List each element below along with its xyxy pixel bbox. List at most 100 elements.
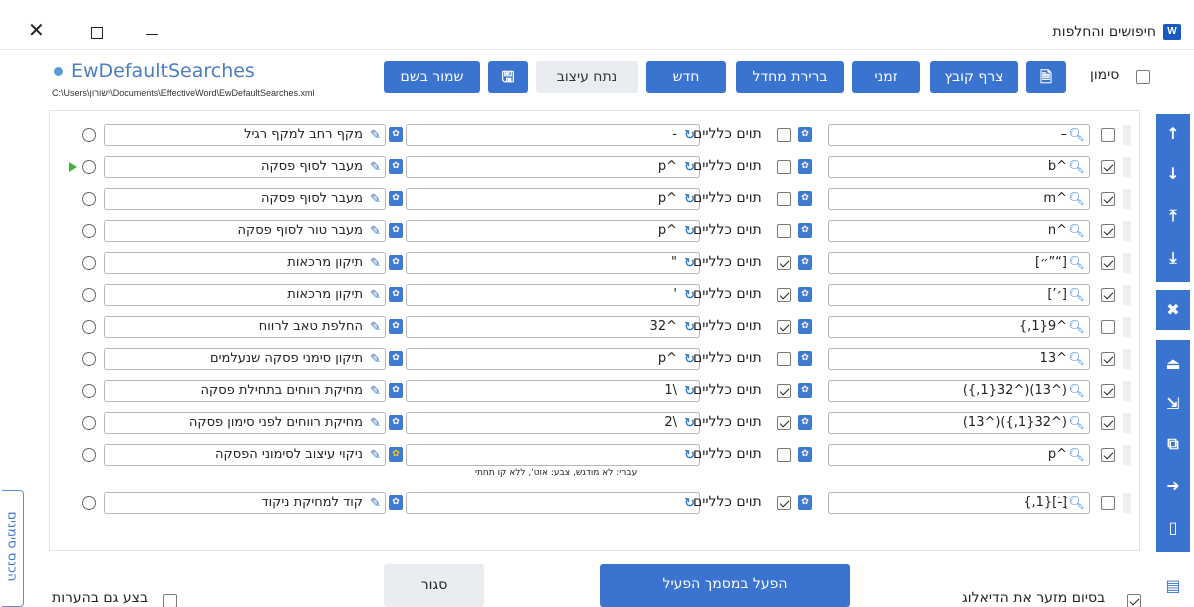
replace-input[interactable]: ↻ <box>406 492 700 514</box>
find-input[interactable]: 🔍︎ ^n <box>828 220 1090 242</box>
enable-checkbox[interactable] <box>1101 352 1115 366</box>
temporary-button[interactable]: זמני <box>852 61 920 93</box>
select-radio[interactable] <box>82 256 96 270</box>
description-input[interactable]: ✎ מחיקת רווחים לפני סימון פסקה <box>104 412 386 434</box>
drag-handle[interactable] <box>1123 157 1131 177</box>
find-options-icon[interactable]: ✿ <box>798 287 812 302</box>
enable-checkbox[interactable] <box>1101 288 1115 302</box>
enable-checkbox[interactable] <box>1101 496 1115 510</box>
replace-input[interactable]: ↻ \1 <box>406 380 700 402</box>
new-button[interactable]: חדש <box>646 61 726 93</box>
move-bottom-icon[interactable]: ⤓ <box>1156 240 1190 276</box>
wildcards-checkbox[interactable] <box>777 496 791 510</box>
run-in-active-document-button[interactable]: הפעל במסמך הפעיל <box>600 564 850 607</box>
enable-checkbox[interactable] <box>1101 224 1115 238</box>
wildcards-checkbox[interactable] <box>777 288 791 302</box>
select-radio[interactable] <box>82 352 96 366</box>
wildcards-checkbox[interactable] <box>777 192 791 206</box>
wildcards-checkbox[interactable] <box>777 256 791 270</box>
description-input[interactable]: ✎ קוד למחיקת ניקוד <box>104 492 386 514</box>
list-icon[interactable]: ▤ <box>1156 568 1190 604</box>
find-options-icon[interactable]: ✿ <box>798 351 812 366</box>
stamp-icon[interactable]: ⏏ <box>1156 346 1190 382</box>
find-input[interactable]: 🔍︎ ^13 <box>828 348 1090 370</box>
replace-input[interactable]: ↻ ^p <box>406 348 700 370</box>
description-input[interactable]: ✎ החלפת טאב לרווח <box>104 316 386 338</box>
move-top-icon[interactable]: ⤒ <box>1156 198 1190 234</box>
find-options-icon[interactable]: ✿ <box>798 319 812 334</box>
replace-input[interactable]: ↻ ^p <box>406 156 700 178</box>
drag-handle[interactable] <box>1123 445 1131 465</box>
format-options-icon[interactable]: ✿ <box>389 415 403 430</box>
enable-checkbox[interactable] <box>1101 416 1115 430</box>
description-input[interactable]: ✎ מעבר טור לסוף פסקה <box>104 220 386 242</box>
description-input[interactable]: ✎ תיקון מרכאות <box>104 252 386 274</box>
save-as-button[interactable]: שמור בשם <box>384 61 480 93</box>
wildcards-checkbox[interactable] <box>777 320 791 334</box>
wildcards-checkbox[interactable] <box>777 416 791 430</box>
select-radio[interactable] <box>82 496 96 510</box>
select-radio[interactable] <box>82 384 96 398</box>
description-input[interactable]: ✎ מעבר לסוף פסקה <box>104 156 386 178</box>
replace-input[interactable]: ↻ ' <box>406 284 700 306</box>
find-options-icon[interactable]: ✿ <box>798 159 812 174</box>
description-input[interactable]: ✎ תיקון מרכאות <box>104 284 386 306</box>
drag-handle[interactable] <box>1123 349 1131 369</box>
format-options-icon[interactable]: ✿ <box>389 287 403 302</box>
replace-input[interactable]: ↻ - <box>406 124 700 146</box>
maximize-window-icon[interactable] <box>91 27 103 39</box>
enable-checkbox[interactable] <box>1101 128 1115 142</box>
find-input[interactable]: 🔍︎ ^b <box>828 156 1090 178</box>
wildcards-checkbox[interactable] <box>777 448 791 462</box>
description-input[interactable]: ✎ מקף רחב למקף רגיל <box>104 124 386 146</box>
close-window-icon[interactable]: ✕ <box>28 20 45 40</box>
analyze-format-button[interactable]: נתח עיצוב <box>536 61 638 93</box>
select-radio[interactable] <box>82 320 96 334</box>
find-options-icon[interactable]: ✿ <box>798 127 812 142</box>
move-up-icon[interactable]: ↑ <box>1156 116 1190 152</box>
find-input[interactable]: 🔍︎ ^9{1,} <box>828 316 1090 338</box>
run-arrow-icon[interactable]: ➜ <box>1156 468 1190 504</box>
find-input[interactable]: 🔍︎ [ְ-ּׁׂ]{1,} <box>828 492 1090 514</box>
replace-input[interactable]: ↻ ^p <box>406 220 700 242</box>
move-down-icon[interactable]: ↓ <box>1156 156 1190 192</box>
wildcards-checkbox[interactable] <box>777 352 791 366</box>
drag-handle[interactable] <box>1123 189 1131 209</box>
wildcards-checkbox[interactable] <box>777 128 791 142</box>
format-options-icon[interactable]: ✿ <box>389 447 403 462</box>
open-file-button[interactable]: 🗎 <box>1026 61 1066 93</box>
drag-handle[interactable] <box>1123 493 1131 513</box>
attach-file-button[interactable]: צרף קובץ <box>930 61 1018 93</box>
enable-checkbox[interactable] <box>1101 320 1115 334</box>
save-button[interactable]: 🖫 <box>488 61 528 93</box>
description-input[interactable]: ✎ תיקון סימני פסקה שנעלמים <box>104 348 386 370</box>
format-options-icon[interactable]: ✿ <box>389 255 403 270</box>
drag-handle[interactable] <box>1123 381 1131 401</box>
drag-handle[interactable] <box>1123 125 1131 145</box>
find-options-icon[interactable]: ✿ <box>798 383 812 398</box>
format-options-icon[interactable]: ✿ <box>389 319 403 334</box>
select-radio[interactable] <box>82 160 96 174</box>
page-icon[interactable]: ▯ <box>1156 510 1190 546</box>
replace-input[interactable]: ↻ ^32 <box>406 316 700 338</box>
find-input[interactable]: 🔍︎ [“”״] <box>828 252 1090 274</box>
wildcards-checkbox[interactable] <box>777 160 791 174</box>
replace-input[interactable]: ↻ ^p <box>406 188 700 210</box>
select-radio[interactable] <box>82 448 96 462</box>
minimize-on-finish-checkbox[interactable] <box>1127 594 1141 607</box>
find-input[interactable]: 🔍︎ ^p <box>828 444 1090 466</box>
drag-handle[interactable] <box>1123 413 1131 433</box>
find-options-icon[interactable]: ✿ <box>798 191 812 206</box>
minimize-window-icon[interactable] <box>146 34 158 35</box>
find-options-icon[interactable]: ✿ <box>798 447 812 462</box>
select-radio[interactable] <box>82 128 96 142</box>
find-options-icon[interactable]: ✿ <box>798 415 812 430</box>
format-options-icon[interactable]: ✿ <box>389 495 403 510</box>
format-options-icon[interactable]: ✿ <box>389 127 403 142</box>
find-input[interactable]: 🔍︎ [׳’] <box>828 284 1090 306</box>
description-input[interactable]: ✎ מחיקת רווחים בתחילת פסקה <box>104 380 386 402</box>
find-input[interactable]: 🔍︎ – <box>828 124 1090 146</box>
replace-input[interactable]: ↻ " <box>406 252 700 274</box>
drag-handle[interactable] <box>1123 285 1131 305</box>
copy-icon[interactable]: ⧉ <box>1156 426 1190 462</box>
